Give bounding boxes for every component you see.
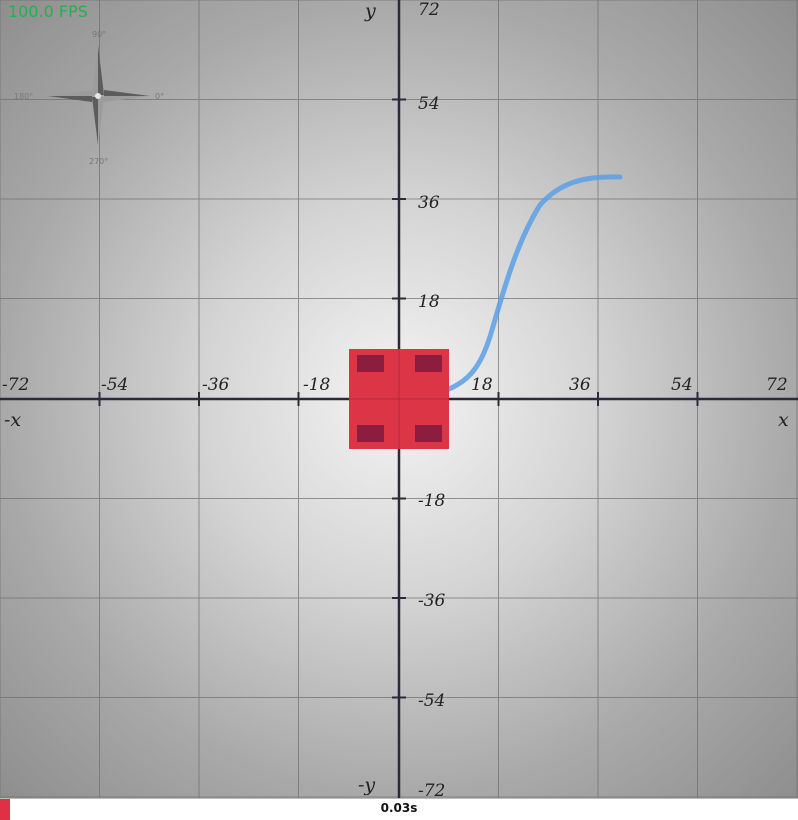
robot-wheel — [357, 425, 384, 442]
robot-trajectory — [446, 174, 623, 392]
x-tick-label: 54 — [671, 375, 693, 395]
compass-south-label: 270° — [89, 157, 108, 166]
x-tick-label: 36 — [569, 375, 591, 395]
robot — [349, 349, 449, 449]
y-tick-label: -54 — [418, 691, 445, 711]
x-tick-label: -72 — [2, 375, 29, 395]
simulation-canvas: -72 -54 -36 -18 18 36 54 72 72 54 36 18 … — [0, 0, 798, 798]
x-tick-label: 18 — [471, 375, 493, 395]
y-tick-label: 36 — [418, 193, 440, 213]
y-axis-label: y — [364, 0, 376, 22]
y-tick-label: -72 — [418, 781, 445, 798]
y-tick-label: -36 — [418, 591, 446, 611]
robot-wheel — [415, 355, 442, 372]
y-tick-label: 54 — [418, 94, 440, 114]
robot-wheel — [415, 425, 442, 442]
x-tick-label: -54 — [101, 375, 128, 395]
robot-wheel — [357, 355, 384, 372]
y-tick-label: 18 — [418, 292, 440, 312]
compass-east-label: 0° — [155, 92, 164, 101]
y-tick-label: -18 — [418, 491, 446, 511]
compass-north-label: 90° — [92, 30, 106, 39]
compass-west-label: 180° — [14, 92, 33, 101]
compass-rose: 90° 0° 180° 270° — [14, 30, 164, 166]
x-tick-label: 72 — [766, 375, 788, 395]
y-tick-label: 72 — [418, 0, 440, 20]
x-neg-axis-label: -x — [4, 409, 21, 431]
compass-star-icon — [48, 45, 150, 145]
timeline-bar[interactable]: 0.03s — [0, 798, 798, 820]
fps-counter: 100.0 FPS — [8, 2, 88, 21]
timeline-time-label: 0.03s — [380, 801, 418, 815]
x-tick-label: -36 — [202, 375, 230, 395]
y-neg-axis-label: -y — [358, 774, 375, 796]
x-tick-label: -18 — [303, 375, 331, 395]
x-axis-label: x — [778, 409, 789, 431]
